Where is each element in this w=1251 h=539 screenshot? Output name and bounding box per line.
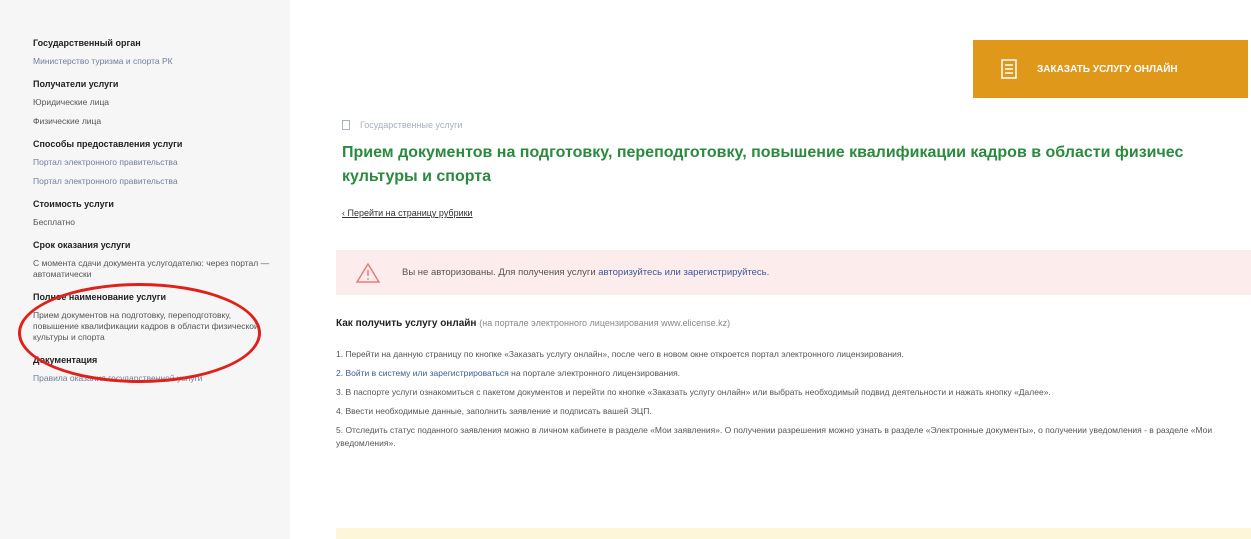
step-text: 4. Ввести необходимые данные, заполнить … [336, 406, 652, 416]
step-item: 1. Перейти на данную страницу по кнопке … [336, 348, 1246, 361]
step-text: на портале электронного лицензирования. [508, 368, 681, 378]
step-text: 3. В паспорте услуги ознакомиться с паке… [336, 387, 1051, 397]
sidebar-org-link[interactable]: Министерство туризма и спорта РК [33, 56, 270, 67]
sidebar-org-group: Государственный орган Министерство туриз… [33, 38, 270, 67]
back-to-category-link[interactable]: ‹ Перейти на страницу рубрики [342, 208, 473, 218]
sidebar-methods-heading: Способы предоставления услуги [33, 139, 183, 149]
page-title-line2: культуры и спорта [342, 168, 492, 185]
login-link[interactable]: 2. Войти в систему или зарегистрироватьс… [336, 368, 509, 378]
page-icon [342, 120, 350, 130]
sidebar-term-group: Срок оказания услуги С момента сдачи док… [33, 240, 270, 280]
main-content: ЗАКАЗАТЬ УСЛУГУ ОНЛАЙН Государственные у… [290, 0, 1251, 539]
highlight-annotation [18, 283, 261, 383]
sidebar-org-heading: Государственный орган [33, 38, 141, 48]
page-title: Прием документов на подготовку, переподг… [342, 141, 1247, 189]
auth-warning-alert: Вы не авторизованы. Для получения услуги… [336, 250, 1251, 295]
sidebar: Государственный орган Министерство туриз… [0, 0, 290, 539]
sidebar-method-link[interactable]: Портал электронного правительства [33, 176, 270, 187]
page-title-line1: Прием документов на подготовку, переподг… [342, 144, 1184, 161]
step-item: 3. В паспорте услуги ознакомиться с паке… [336, 386, 1246, 399]
order-online-label: ЗАКАЗАТЬ УСЛУГУ ОНЛАЙН [1037, 63, 1178, 75]
sidebar-term-heading: Срок оказания услуги [33, 240, 131, 250]
how-to-title: Как получить услугу онлайн [336, 318, 477, 329]
alert-message: Вы не авторизованы. Для получения услуги [402, 267, 599, 278]
info-panel [336, 528, 1251, 539]
sidebar-cost-value: Бесплатно [33, 217, 75, 227]
sidebar-recipient-item: Физические лица [33, 116, 102, 126]
how-to-portal-note: (на портале электронного лицензирования … [479, 318, 731, 328]
order-online-button[interactable]: ЗАКАЗАТЬ УСЛУГУ ОНЛАЙН [973, 40, 1248, 98]
breadcrumb-label: Государственные услуги [360, 120, 463, 130]
step-item: 5. Отследить статус поданного заявления … [336, 424, 1246, 450]
steps-list: 1. Перейти на данную страницу по кнопке … [336, 348, 1246, 456]
step-text: 5. Отследить статус поданного заявления … [336, 425, 1213, 448]
alert-text: Вы не авторизованы. Для получения услуги… [402, 267, 769, 278]
breadcrumb[interactable]: Государственные услуги [342, 120, 462, 130]
sidebar-cost-group: Стоимость услуги Бесплатно [33, 199, 270, 228]
sidebar-recipients-heading: Получатели услуги [33, 79, 119, 89]
step-item: 2. Войти в систему или зарегистрироватьс… [336, 367, 1246, 380]
sidebar-method-link[interactable]: Портал электронного правительства [33, 157, 270, 168]
sidebar-methods-group: Способы предоставления услуги Портал эле… [33, 139, 270, 187]
how-to-heading: Как получить услугу онлайн (на портале э… [336, 318, 730, 329]
step-item: 4. Ввести необходимые данные, заполнить … [336, 405, 1246, 418]
login-register-link[interactable]: авторизуйтесь или зарегистрируйтесь. [598, 267, 769, 278]
document-icon [1001, 59, 1017, 79]
sidebar-recipients-group: Получатели услуги Юридические лица Физич… [33, 79, 270, 127]
step-text: 1. Перейти на данную страницу по кнопке … [336, 349, 904, 359]
warning-icon [356, 262, 380, 283]
sidebar-recipient-item: Юридические лица [33, 97, 110, 107]
sidebar-term-value: С момента сдачи документа услугодателю: … [33, 258, 270, 279]
sidebar-cost-heading: Стоимость услуги [33, 199, 114, 209]
